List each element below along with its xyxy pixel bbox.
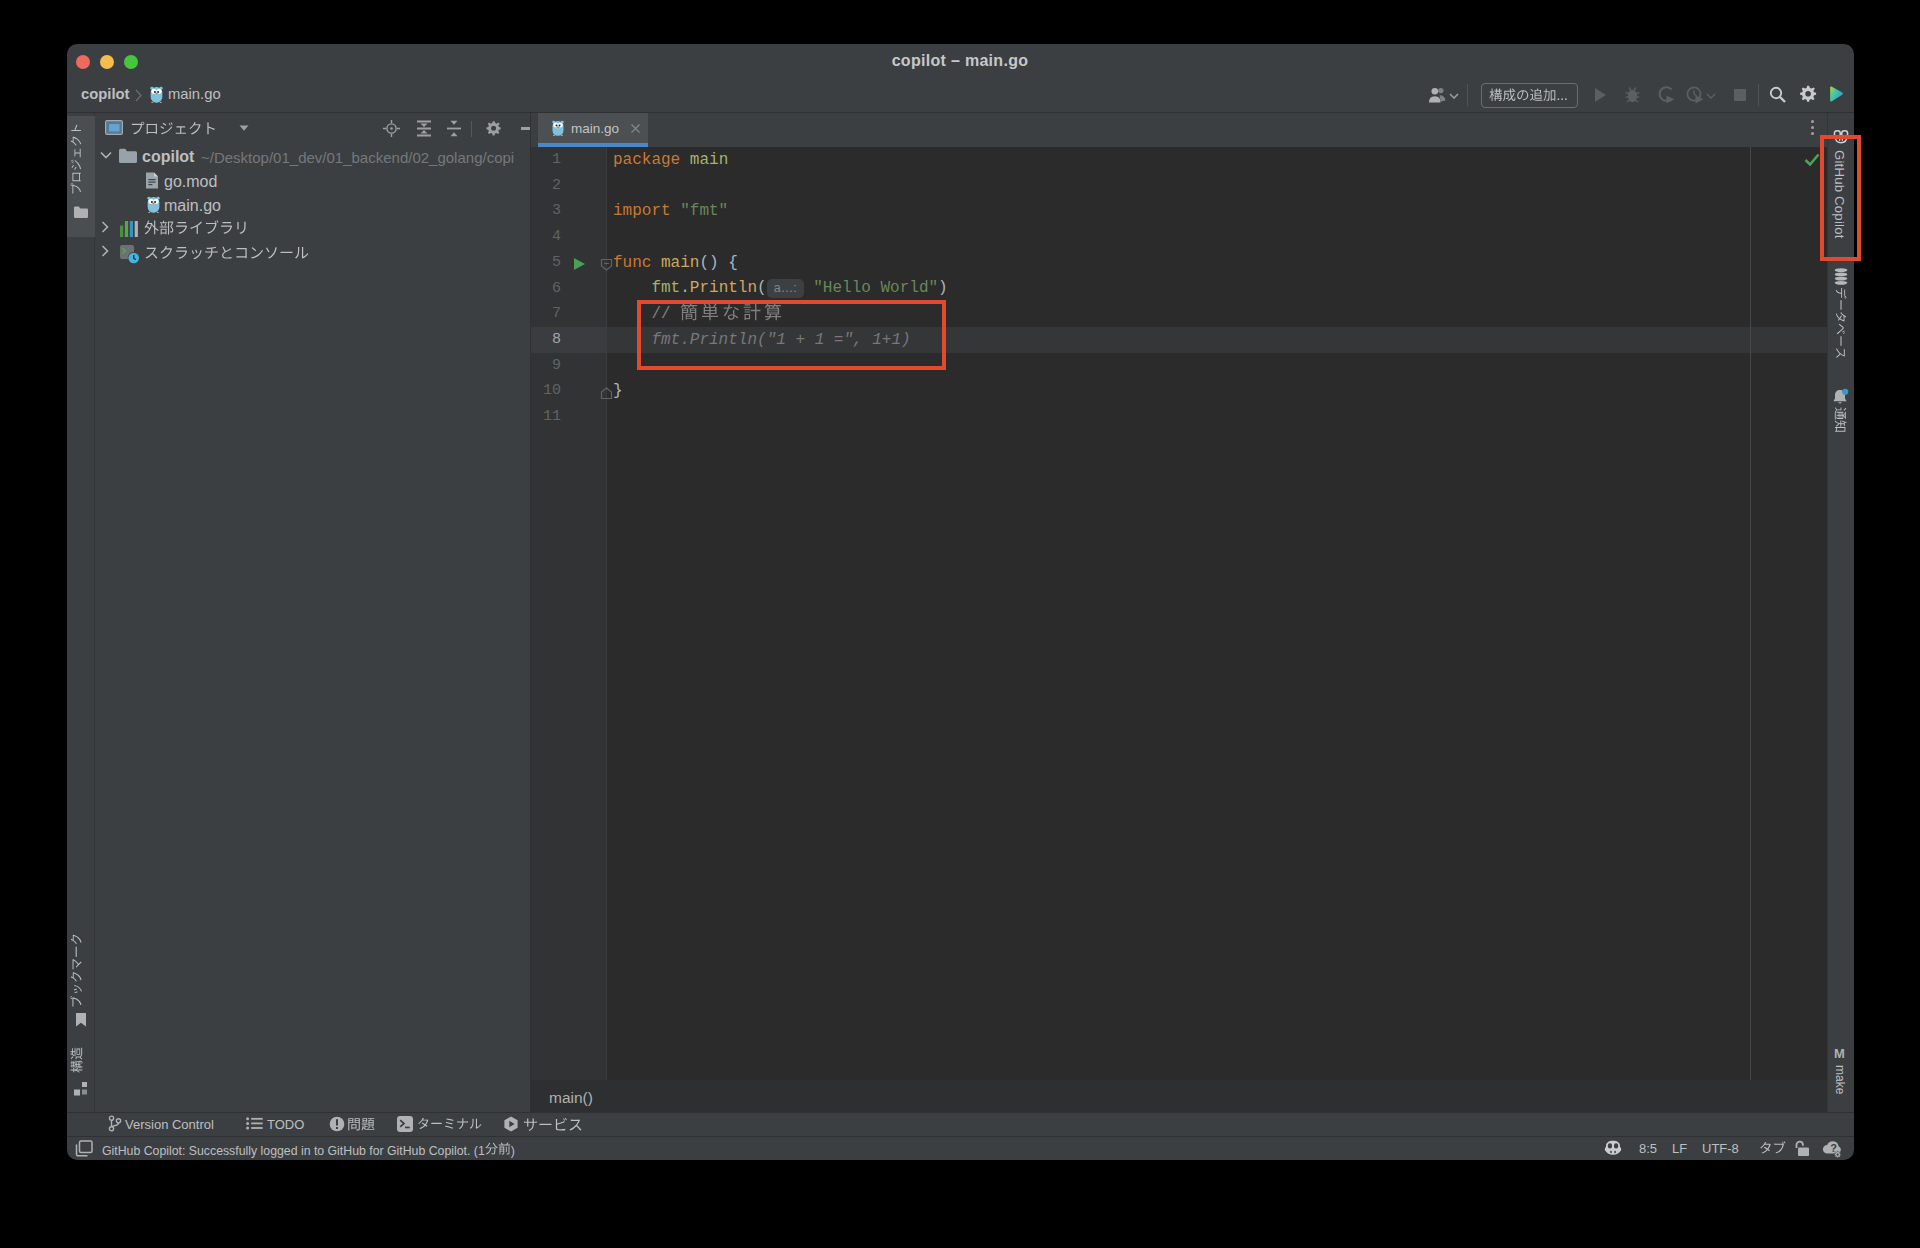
svg-text:?: ?	[1830, 1142, 1837, 1154]
